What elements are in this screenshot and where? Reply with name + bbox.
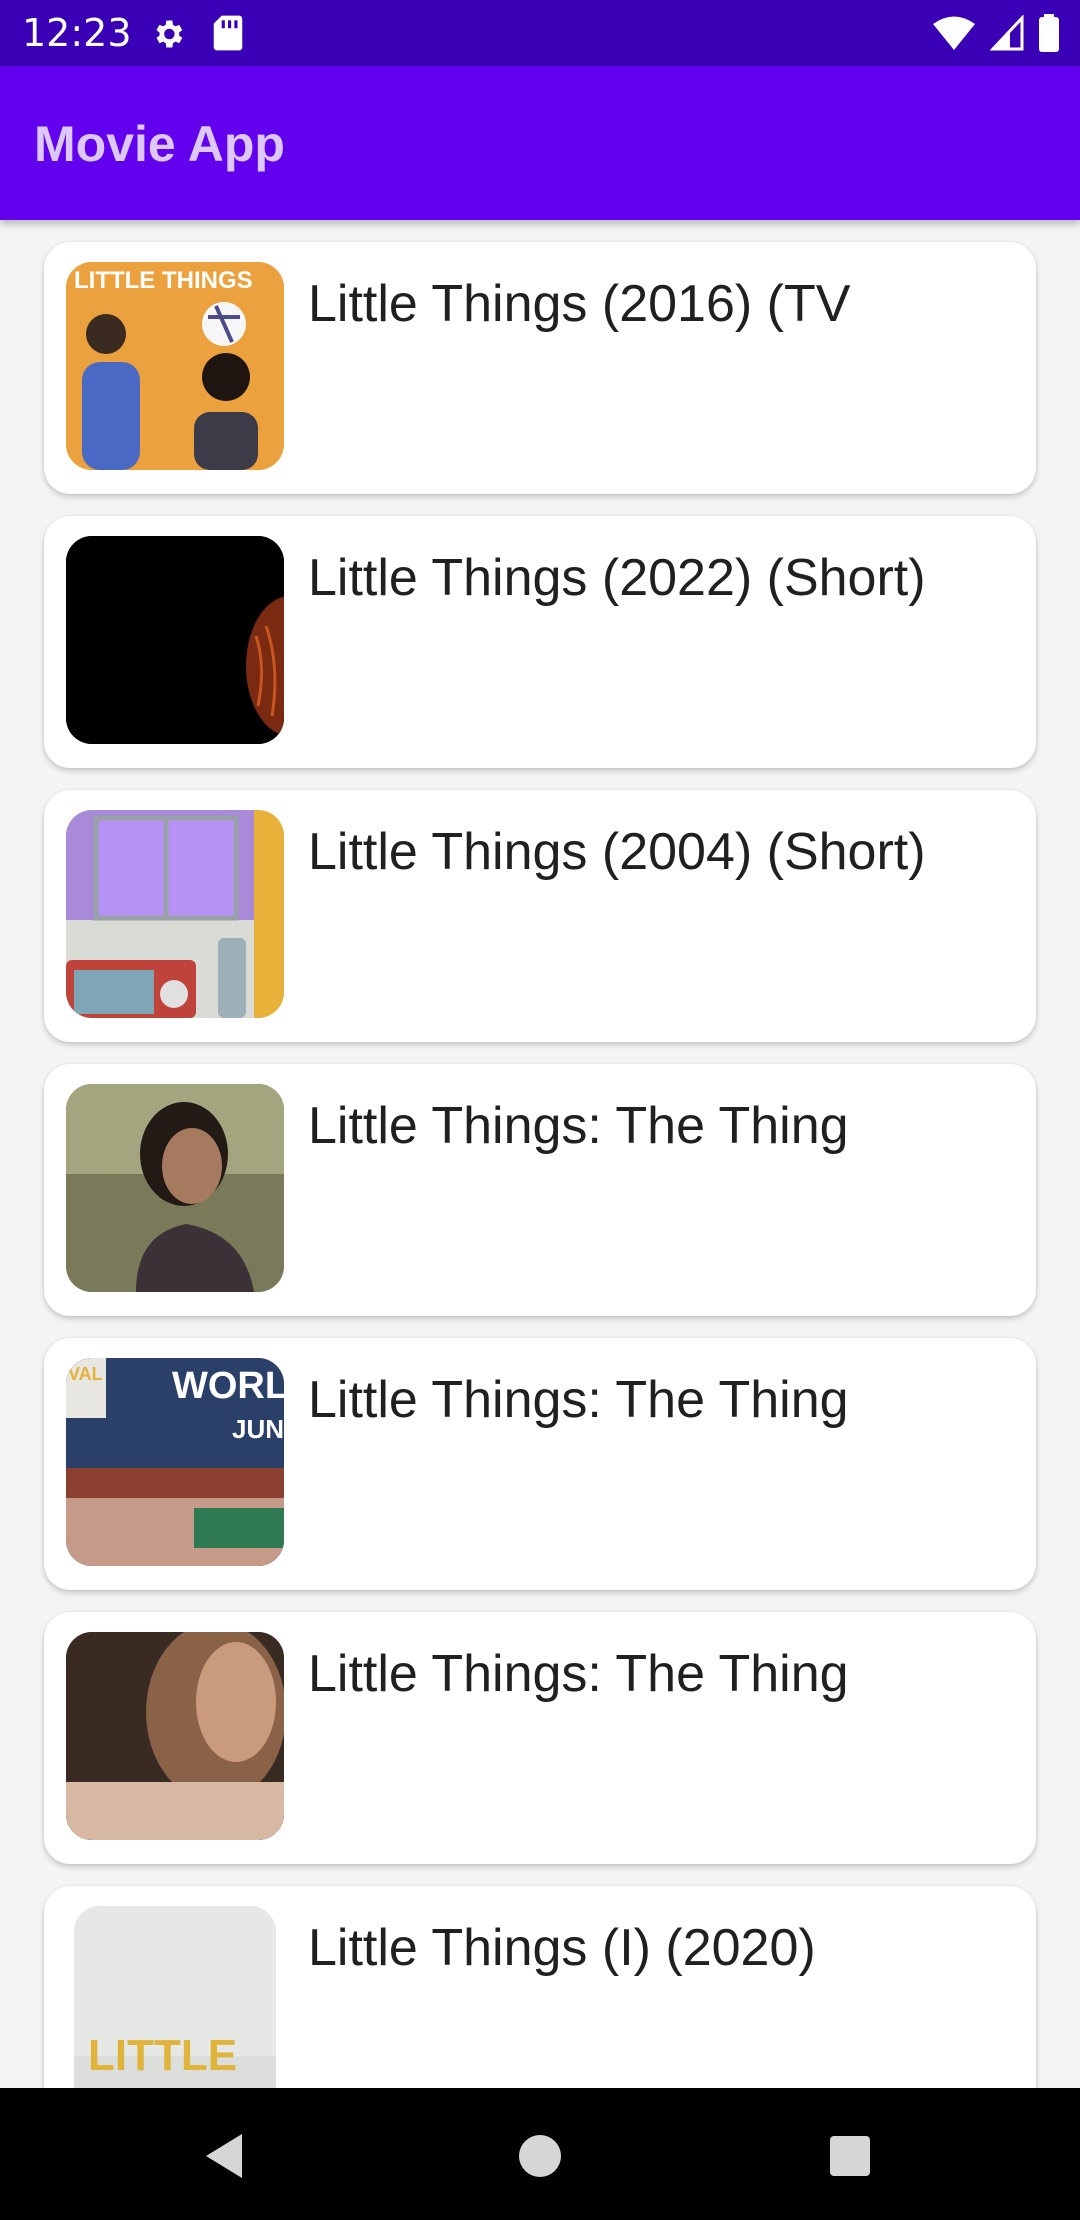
back-icon[interactable] <box>198 2126 258 2186</box>
poster-title: LITTLE <box>88 2031 237 2080</box>
movie-title: Little Things: The Thing <box>308 1097 849 1155</box>
poster-corner-text: VAL <box>68 1364 103 1384</box>
movie-title: Little Things (2016) (TV <box>308 275 851 333</box>
movie-card[interactable]: LITTLE THINGS Little Things (2016) (TV <box>44 242 1036 494</box>
movie-list[interactable]: LITTLE THINGS Little Things (2016) (TV L… <box>0 220 1080 2088</box>
app-bar: Movie App <box>0 66 1080 220</box>
wifi-icon <box>933 16 975 50</box>
navigation-bar <box>0 2088 1080 2220</box>
battery-icon <box>1039 14 1059 52</box>
movie-card[interactable]: Little Things: The Thing <box>44 1612 1036 1864</box>
movie-poster: VAL WORLD JUNE <box>66 1358 284 1566</box>
movie-poster: LITTLE <box>74 1906 276 2088</box>
gear-icon <box>156 20 183 48</box>
movie-poster <box>66 810 284 1018</box>
movie-title: Little Things (I) (2020) <box>308 1919 816 1977</box>
movie-poster <box>66 536 284 744</box>
status-time: 12:23 <box>22 11 132 55</box>
movie-card[interactable]: LITTLE Little Things (I) (2020) <box>44 1886 1036 2088</box>
status-icons <box>932 14 1060 52</box>
movie-title: Little Things (2004) (Short) <box>308 823 926 881</box>
movie-card[interactable]: Little Things (2022) (Short) <box>44 516 1036 768</box>
signal-icon <box>990 15 1024 51</box>
movie-card[interactable]: Little Things: The Thing <box>44 1064 1036 1316</box>
movie-title: Little Things: The Thing <box>308 1371 849 1429</box>
home-icon[interactable] <box>510 2126 570 2186</box>
app-title: Movie App <box>34 116 285 172</box>
sd-card-icon <box>213 15 243 51</box>
movie-card[interactable]: Little Things (2004) (Short) <box>44 790 1036 1042</box>
poster-title: LITTLE THINGS <box>74 267 253 294</box>
movie-title: Little Things: The Thing <box>308 1645 849 1703</box>
movie-title: Little Things (2022) (Short) <box>308 549 926 607</box>
screen: 12:23 Movie App LITTLE THINGS Little Thi… <box>0 0 1080 2220</box>
status-bar: 12:23 <box>0 0 1080 66</box>
movie-poster <box>66 1084 284 1292</box>
movie-poster <box>66 1632 284 1840</box>
movie-poster: LITTLE THINGS <box>66 262 284 470</box>
recents-icon[interactable] <box>820 2126 880 2186</box>
poster-subtitle: JUNE <box>232 1414 284 1444</box>
poster-title: WORLD <box>172 1365 284 1407</box>
movie-card[interactable]: VAL WORLD JUNE Little Things: The Thing <box>44 1338 1036 1590</box>
